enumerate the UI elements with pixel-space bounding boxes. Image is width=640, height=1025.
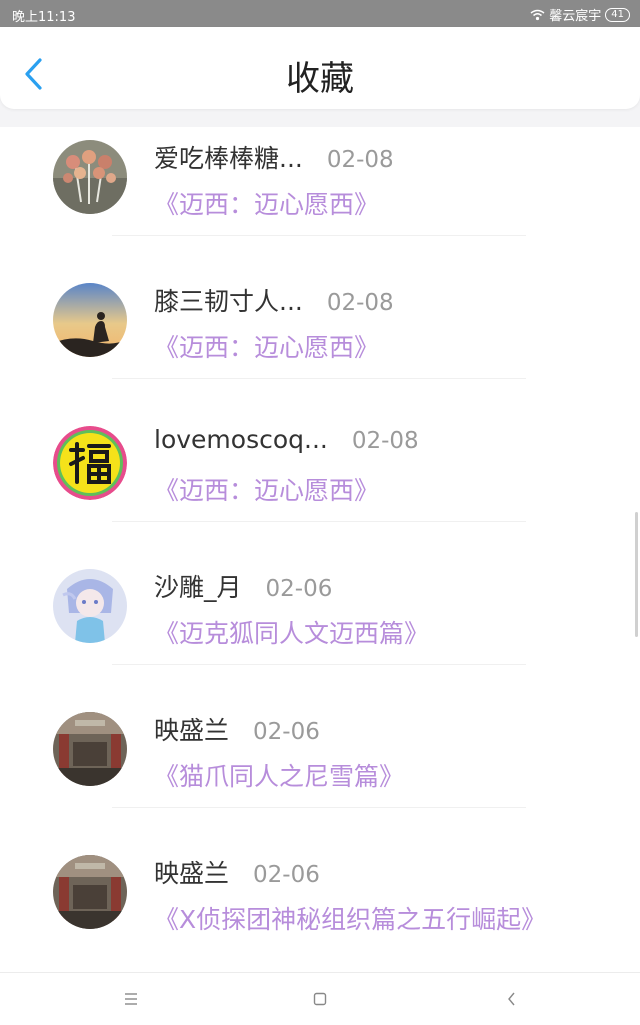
- list-item[interactable]: 膝三韧寸人... 02-08 《迈西：迈心愿西》: [0, 270, 640, 413]
- avatar[interactable]: [53, 712, 127, 786]
- list-item[interactable]: 爱吃棒棒糖... 02-08 《迈西：迈心愿西》: [0, 127, 640, 270]
- item-header: 爱吃棒棒糖... 02-08: [154, 139, 394, 175]
- battery-indicator: 41: [605, 7, 630, 22]
- menu-icon: [125, 993, 137, 1005]
- scrollbar[interactable]: [635, 512, 638, 637]
- item-date: 02-08: [326, 147, 394, 173]
- menu-button[interactable]: [120, 988, 142, 1010]
- item-header: lovemoscoq... 02-08: [154, 425, 419, 454]
- item-date: 02-08: [351, 428, 419, 454]
- system-back-button[interactable]: [501, 988, 523, 1010]
- list-item[interactable]: lovemoscoq... 02-08 《迈西：迈心愿西》: [0, 413, 640, 556]
- header: 收藏: [0, 27, 640, 109]
- book-title[interactable]: 《迈克狐同人文迈西篇》: [154, 614, 429, 650]
- item-header: 映盛兰 02-06: [154, 854, 320, 890]
- item-date: 02-06: [253, 862, 320, 888]
- item-date: 02-06: [253, 719, 320, 745]
- divider: [112, 235, 526, 236]
- avatar[interactable]: [53, 140, 127, 214]
- favorites-list: 爱吃棒棒糖... 02-08 《迈西：迈心愿西》 膝三韧寸人... 02-08 …: [0, 127, 640, 972]
- item-header: 映盛兰 02-06: [154, 711, 320, 747]
- avatar[interactable]: [53, 283, 127, 357]
- home-button[interactable]: [309, 988, 331, 1010]
- user-name[interactable]: 映盛兰: [154, 859, 229, 888]
- divider: [112, 807, 526, 808]
- item-date: 02-06: [265, 576, 333, 602]
- back-chevron-icon: [508, 992, 515, 1006]
- wifi-icon: [530, 9, 545, 20]
- book-title[interactable]: 《迈西：迈心愿西》: [154, 328, 379, 364]
- user-name[interactable]: 膝三韧寸人...: [154, 287, 303, 316]
- book-title[interactable]: 《X侦探团神秘组织篇之五行崛起》: [154, 900, 546, 936]
- user-name[interactable]: lovemoscoq...: [154, 425, 328, 454]
- user-name[interactable]: 映盛兰: [154, 716, 229, 745]
- status-time: 晚上11:13: [12, 10, 76, 25]
- page-title: 收藏: [286, 59, 354, 99]
- user-name[interactable]: 沙雕_月: [154, 573, 242, 602]
- avatar[interactable]: [53, 569, 127, 643]
- divider: [112, 664, 526, 665]
- item-header: 沙雕_月 02-06: [154, 568, 332, 604]
- list-item[interactable]: 映盛兰 02-06 《猫爪同人之尼雪篇》: [0, 699, 640, 842]
- list-item[interactable]: 映盛兰 02-06 《X侦探团神秘组织篇之五行崛起》: [0, 842, 640, 972]
- book-title[interactable]: 《猫爪同人之尼雪篇》: [154, 757, 404, 793]
- item-date: 02-08: [326, 290, 394, 316]
- avatar[interactable]: [53, 426, 127, 500]
- avatar[interactable]: [53, 855, 127, 929]
- list-item[interactable]: 沙雕_月 02-06 《迈克狐同人文迈西篇》: [0, 556, 640, 699]
- divider: [112, 521, 526, 522]
- book-title[interactable]: 《迈西：迈心愿西》: [154, 471, 379, 507]
- divider: [112, 378, 526, 379]
- home-square-icon: [313, 992, 327, 1006]
- book-title[interactable]: 《迈西：迈心愿西》: [154, 185, 379, 221]
- carrier-name: 馨云宸宇: [549, 9, 602, 24]
- system-nav-bar: [0, 972, 640, 1025]
- status-bar: 晚上11:13 馨云宸宇 41: [0, 0, 640, 27]
- item-header: 膝三韧寸人... 02-08: [154, 282, 394, 318]
- status-right: 馨云宸宇 41: [530, 5, 630, 24]
- user-name[interactable]: 爱吃棒棒糖...: [154, 144, 303, 173]
